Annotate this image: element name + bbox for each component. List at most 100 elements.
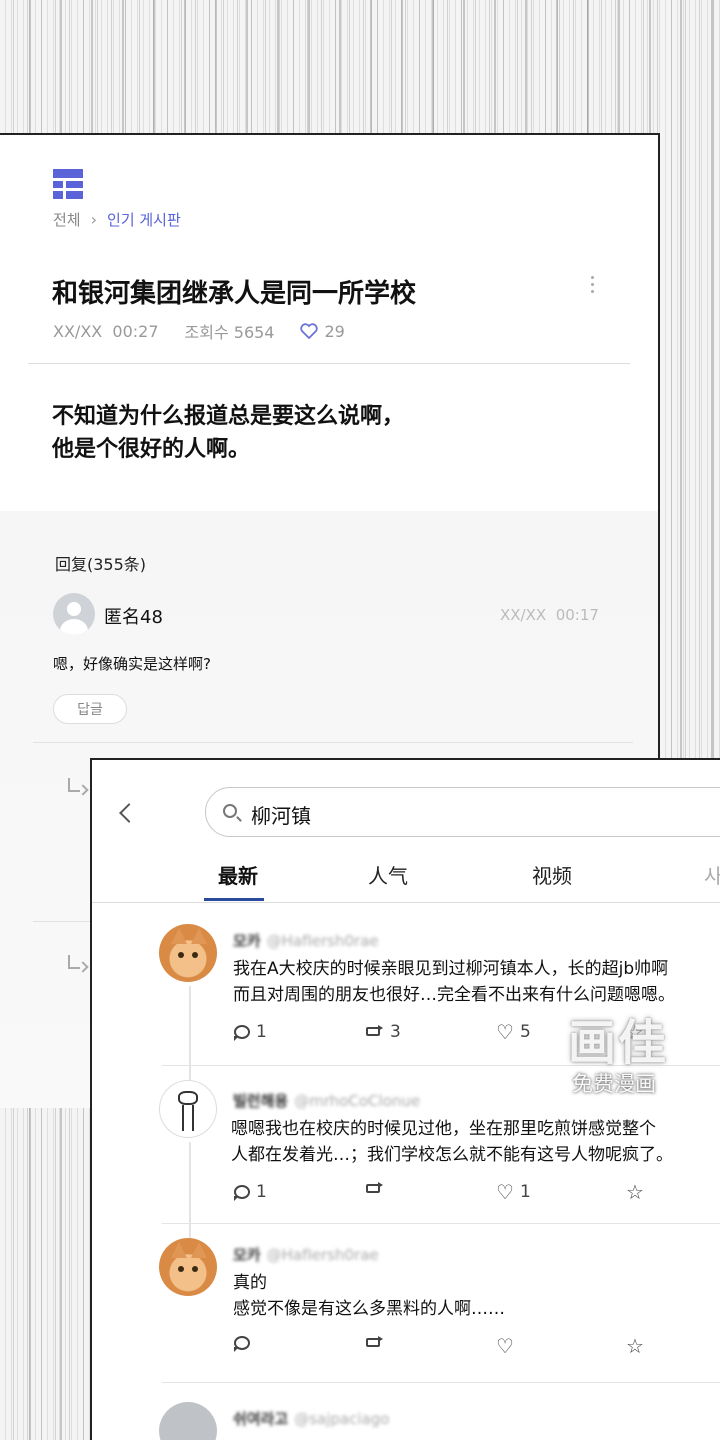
tab-latest[interactable]: 最新 (218, 860, 258, 889)
avatar[interactable] (159, 1080, 217, 1138)
tweet-author-handle: @HafIersh0rae (266, 1246, 379, 1264)
retweet-count: 3 (390, 1022, 401, 1042)
tweet-text-line: 感觉不像是有这么多黑料的人啊…… (233, 1299, 505, 1319)
divider (92, 902, 720, 903)
tweet-text-line: 我在A大校庆的时候亲眼见到过柳河镇本人，长的超jb帅啊 (233, 959, 669, 979)
retweet-action[interactable] (366, 1182, 384, 1196)
watermark-text: 免费漫画 (572, 1072, 656, 1096)
reply-count: 1 (256, 1182, 267, 1202)
reply-button[interactable]: 답글 (53, 694, 127, 724)
tweet-author-handle: @HafIersh0rae (266, 932, 379, 950)
retweet-icon (366, 1336, 384, 1350)
tweet-text-line: 真的 (233, 1273, 267, 1293)
tab-popular[interactable]: 人气 (368, 860, 408, 889)
reply-count: 1 (256, 1022, 267, 1042)
tweet-author-name: 모카 (233, 932, 261, 950)
like-count: 5 (519, 1022, 531, 1042)
star-icon: ☆ (626, 1334, 644, 1358)
favorite-action[interactable]: ☆ (626, 1336, 644, 1356)
reply-arrow-icon (66, 955, 88, 975)
chevron-right-icon: › (90, 210, 98, 229)
post-likes-count: 29 (324, 321, 345, 341)
tab-video[interactable]: 视频 (532, 860, 572, 889)
back-chevron-icon[interactable] (119, 803, 139, 823)
like-action[interactable]: ♡ 5 (496, 1022, 531, 1042)
tweet-author-name: 빌런해용 (233, 1092, 289, 1110)
reply-action[interactable]: 1 (234, 1022, 267, 1042)
reply-arrow-icon (66, 778, 88, 798)
tweet-text-line: 人都在发着光…；我们学校怎么就不能有这号人物呢疯了。 (231, 1145, 673, 1165)
like-count: 1 (519, 1182, 531, 1202)
tweet-author[interactable]: 빌런해용 @mrhoCoClonue (233, 1090, 420, 1111)
tweet-text: 我在A大校庆的时候亲眼见到过柳河镇本人，长的超jb帅啊 而且对周围的朋友也很好…… (233, 956, 675, 1008)
avatar[interactable] (159, 924, 217, 982)
breadcrumb: 전체 › 인기 게시판 (53, 209, 181, 230)
post-body: 不知道为什么报道总是要这么说啊， 他是个很好的人啊。 (52, 400, 404, 466)
avatar[interactable] (159, 1238, 217, 1296)
search-icon (223, 804, 237, 818)
comment-icon (234, 1336, 250, 1352)
reply-username: 匿名48 (104, 607, 163, 628)
search-query: 柳河镇 (251, 804, 311, 828)
tweet-author-name: 쉬여라고 (233, 1410, 289, 1428)
reply-time: 00:17 (555, 606, 599, 624)
like-action[interactable]: ♡ (496, 1336, 514, 1356)
thread-line (189, 986, 191, 1086)
retweet-action[interactable] (366, 1336, 384, 1350)
heart-icon (300, 323, 319, 339)
tweet-author-handle: @mrhoCoClonue (294, 1092, 421, 1110)
retweet-icon (366, 1182, 384, 1196)
watermark: 画佳 免费漫画 (568, 1003, 688, 1103)
active-tab-indicator (204, 898, 264, 901)
tweet-author[interactable]: 쉬여라고 @sajpaciago (233, 1408, 389, 1429)
post-date: XX/XX (53, 321, 103, 341)
reply-count: 回复(355条) (55, 555, 147, 574)
post-body-line: 他是个很好的人啊。 (52, 437, 251, 462)
divider (33, 921, 93, 922)
avatar-icon (53, 593, 95, 635)
divider (33, 742, 633, 743)
tweet-author-name: 모카 (233, 1246, 261, 1264)
retweet-icon (366, 1025, 384, 1039)
post-likes[interactable]: 29 (300, 321, 345, 341)
board-logo-icon[interactable] (53, 169, 83, 199)
reply-action[interactable]: 1 (234, 1182, 267, 1202)
post-views: 조회수 5654 (184, 323, 275, 342)
tweet-text: 真的 感觉不像是有这么多黑料的人啊…… (233, 1270, 505, 1322)
tweet-text-line: 嗯嗯我也在校庆的时候见过他，坐在那里吃煎饼感觉整个 (231, 1119, 656, 1139)
breadcrumb-current[interactable]: 인기 게시판 (107, 209, 181, 230)
post-body-line: 不知道为什么报道总是要这么说啊， (52, 404, 405, 429)
search-tabs: 最新 人气 视频 사 (92, 860, 720, 902)
heart-icon: ♡ (496, 1180, 514, 1204)
search-input[interactable]: 柳河镇 (205, 787, 720, 837)
tweet-text: 嗯嗯我也在校庆的时候见过他，坐在那里吃煎饼感觉整个 人都在发着光…；我们学校怎么… (231, 1116, 673, 1168)
reply-datetime: XX/XX 00:17 (500, 606, 599, 624)
post-time: 00:27 (112, 321, 159, 341)
thread-line (189, 1142, 191, 1242)
more-vert-icon[interactable] (588, 276, 596, 296)
avatar[interactable] (159, 1402, 217, 1440)
star-icon: ☆ (626, 1180, 644, 1204)
comment-icon (234, 1185, 250, 1201)
tab-more[interactable]: 사 (704, 860, 720, 889)
reply-date: XX/XX (500, 606, 547, 624)
watermark-logo: 画佳 (568, 1015, 669, 1071)
divider (162, 1223, 720, 1224)
post-meta: XX/XX 00:27 조회수 5654 29 (53, 319, 345, 343)
post-title: 和银河集团继承人是同一所学校 (52, 279, 417, 309)
like-action[interactable]: ♡ 1 (496, 1182, 531, 1202)
tweet-author-handle: @sajpaciago (294, 1410, 390, 1428)
reply-action[interactable] (234, 1336, 250, 1352)
tweet-author[interactable]: 모카 @HafIersh0rae (233, 930, 379, 951)
divider (28, 363, 630, 364)
retweet-action[interactable]: 3 (366, 1022, 401, 1042)
tweet-actions: ♡ ☆ (234, 1336, 694, 1360)
divider (162, 1382, 720, 1383)
heart-icon: ♡ (496, 1020, 514, 1044)
tweet-actions: 1 ♡ 1 ☆ (234, 1182, 694, 1206)
breadcrumb-root[interactable]: 전체 (53, 209, 81, 230)
favorite-action[interactable]: ☆ (626, 1182, 644, 1202)
post-datetime: XX/XX 00:27 (53, 322, 159, 341)
tweet-author[interactable]: 모카 @HafIersh0rae (233, 1244, 379, 1265)
reply-text: 嗯，好像确实是这样啊? (53, 655, 211, 673)
